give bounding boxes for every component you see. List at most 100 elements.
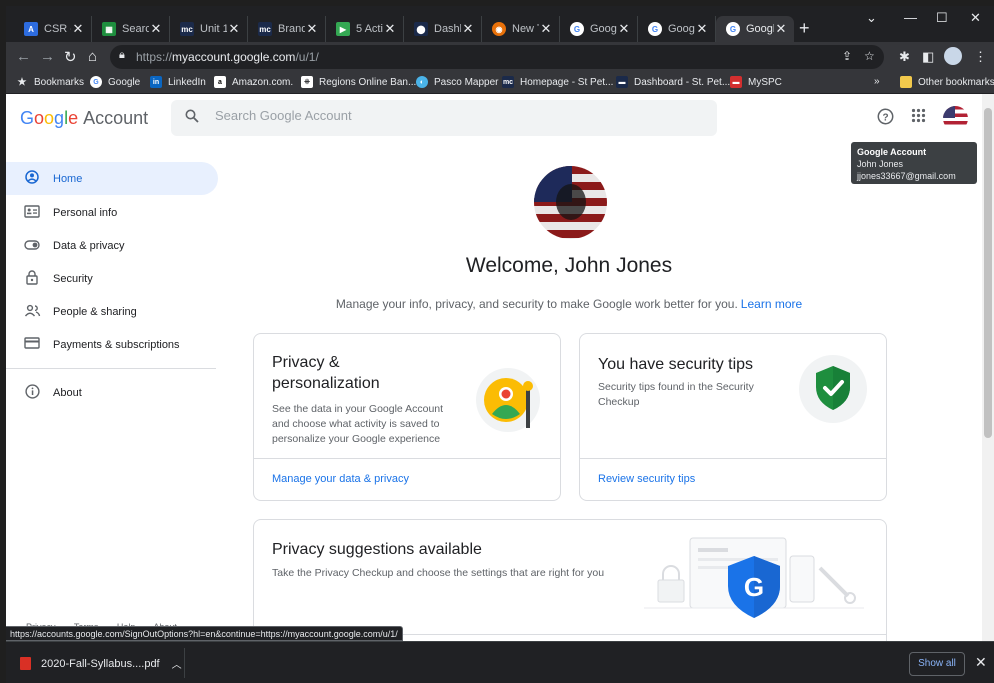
bookmark-homepage[interactable]: mc Homepage - St Pet...	[502, 76, 613, 88]
back-arrow-icon[interactable]: ←	[16, 48, 31, 65]
tooltip-email: jjones33667@gmail.com	[857, 171, 956, 181]
download-item[interactable]: 2020-Fall-Syllabus....pdf ︿	[20, 656, 182, 671]
close-tab-icon[interactable]: ✕	[383, 21, 397, 37]
learn-more-link[interactable]: Learn more	[741, 297, 802, 311]
downloads-divider	[184, 648, 185, 678]
profile-avatar[interactable]	[944, 47, 962, 65]
close-tab-icon[interactable]: ✕	[774, 21, 788, 37]
sidebar-item-people-sharing[interactable]: People & sharing	[6, 295, 218, 328]
tab-favicon-icon: ◉	[492, 22, 506, 36]
side-panel-icon[interactable]: ◧	[922, 49, 934, 65]
bookmark-label: Homepage - St Pet...	[520, 76, 614, 88]
account-avatar-button[interactable]	[943, 106, 968, 131]
sidebar-item-label: People & sharing	[53, 305, 137, 318]
privacy-suggestions-card[interactable]: Privacy suggestions available Take the P…	[253, 519, 887, 641]
tab-new-tab[interactable]: ◉ New Ta ✕	[482, 16, 560, 42]
sidebar-item-label: Data & privacy	[53, 239, 125, 252]
account-tooltip: Google Account John Jones jjones33667@gm…	[851, 142, 977, 184]
tab-dashboard[interactable]: ⬤ Dashbo ✕	[404, 16, 482, 42]
close-tab-icon[interactable]: ✕	[71, 21, 85, 37]
close-tab-icon[interactable]: ✕	[305, 21, 319, 37]
tab-title: Dashbo	[434, 23, 461, 35]
address-bar[interactable]: 🔒︎ https://myaccount.google.com/u/1/ ⇪ ☆	[110, 45, 884, 69]
bookmark-myspc[interactable]: ▬ MySPC	[730, 76, 782, 88]
close-tab-icon[interactable]: ✕	[227, 21, 241, 37]
bookmark-label: Pasco Mapper	[434, 76, 499, 88]
bookmark-other[interactable]: Other bookmarks	[900, 76, 994, 88]
tab-title: 5 Actio	[356, 23, 383, 35]
bookmark-amazon[interactable]: a Amazon.com.	[214, 76, 293, 88]
close-tab-icon[interactable]: ✕	[695, 21, 709, 37]
people-icon	[24, 304, 41, 320]
tab-branding[interactable]: mc Brandin ✕	[248, 16, 326, 42]
sidebar-item-data-privacy[interactable]: Data & privacy	[6, 229, 218, 262]
tab-google-active[interactable]: G Google ✕	[716, 16, 794, 42]
card-title: You have security tips	[598, 356, 754, 373]
bookmark-linkedin[interactable]: in LinkedIn	[150, 76, 206, 88]
more-bookmarks-icon[interactable]: »	[874, 76, 880, 87]
sidebar-item-payments[interactable]: Payments & subscriptions	[6, 328, 218, 361]
reload-icon[interactable]: ↻	[64, 48, 77, 66]
home-button-icon[interactable]: ⌂	[88, 48, 97, 65]
review-security-tips-link[interactable]: Review security tips	[598, 473, 695, 485]
close-tab-icon[interactable]: ✕	[617, 21, 631, 37]
share-icon[interactable]: ⇪	[842, 49, 852, 63]
tab-title: Google	[590, 23, 617, 35]
sidebar-item-home[interactable]: Home	[6, 162, 218, 195]
help-icon[interactable]: ?	[877, 108, 894, 130]
profile-photo[interactable]	[534, 166, 607, 239]
security-tips-card[interactable]: You have security tips Security tips fou…	[579, 333, 887, 501]
bookmark-bookmarks[interactable]: ★ Bookmarks	[16, 76, 85, 88]
search-input[interactable]	[215, 108, 695, 123]
sidebar-item-security[interactable]: Security	[6, 262, 218, 295]
menu-kebab-icon[interactable]: ⋮	[974, 49, 987, 65]
extensions-puzzle-icon[interactable]: ✱	[899, 49, 910, 65]
maximize-button[interactable]: ☐	[936, 10, 948, 26]
scrollbar-thumb[interactable]	[984, 108, 992, 438]
tab-csr[interactable]: A CSR - C ✕	[14, 16, 92, 42]
apps-grid-icon[interactable]	[911, 108, 926, 128]
tab-google-1[interactable]: G Google ✕	[560, 16, 638, 42]
chevron-up-icon[interactable]: ︿	[172, 656, 182, 671]
tab-google-2[interactable]: G Google ✕	[638, 16, 716, 42]
page-scrollbar[interactable]	[982, 94, 994, 641]
forward-arrow-icon[interactable]: →	[40, 48, 55, 65]
search-box[interactable]	[171, 100, 717, 136]
bookmark-dashboard[interactable]: ▬ Dashboard - St. Pet...	[616, 76, 730, 88]
privacy-checkup-illustration-icon: G	[644, 534, 864, 631]
bookmark-star-icon[interactable]: ☆	[864, 49, 875, 63]
tooltip-name: John Jones	[857, 159, 904, 169]
google-account-logo[interactable]: Google Account	[20, 108, 148, 129]
show-all-button[interactable]: Show all	[909, 652, 965, 676]
lock-icon[interactable]: 🔒︎	[119, 49, 125, 62]
bookmark-google[interactable]: G Google	[90, 76, 140, 88]
tooltip-title: Google Account	[857, 147, 927, 157]
privacy-illustration-icon	[474, 366, 544, 441]
sidebar-item-personal-info[interactable]: Personal info	[6, 196, 218, 229]
id-card-icon	[24, 204, 40, 221]
close-tab-icon[interactable]: ✕	[461, 21, 475, 37]
privacy-personalization-card[interactable]: Privacy & personalization See the data in…	[253, 333, 561, 501]
tab-favicon-icon: mc	[180, 22, 194, 36]
card-description: Security tips found in the Security Chec…	[598, 381, 754, 408]
close-window-button[interactable]: ✕	[970, 10, 981, 26]
new-tab-button[interactable]: +	[799, 18, 810, 39]
tab-title: Unit 1	[200, 23, 227, 35]
close-downloads-icon[interactable]: ✕	[975, 654, 987, 671]
tab-search-dropdown-icon[interactable]: ⌄	[866, 10, 877, 26]
manage-data-privacy-link[interactable]: Manage your data & privacy	[272, 473, 409, 485]
search-icon[interactable]	[185, 109, 199, 127]
minimize-button[interactable]: —	[904, 10, 917, 25]
sidebar-item-about[interactable]: About	[6, 376, 218, 409]
tab-search[interactable]: ▦ Search ✕	[92, 16, 170, 42]
linkedin-icon: in	[150, 76, 162, 88]
close-tab-icon[interactable]: ✕	[149, 21, 163, 37]
bookmark-pasco-mapper[interactable]: ◐ Pasco Mapper	[416, 76, 498, 88]
bookmark-label: Amazon.com.	[232, 76, 294, 88]
svg-text:G: G	[744, 572, 764, 602]
close-tab-icon[interactable]: ✕	[539, 21, 553, 37]
bookmark-regions[interactable]: ⁜ Regions Online Ban...	[301, 76, 416, 88]
logo-account-text: Account	[83, 108, 149, 128]
tab-unit1[interactable]: mc Unit 1 ✕	[170, 16, 248, 42]
tab-5-actions[interactable]: ▶ 5 Actio ✕	[326, 16, 404, 42]
